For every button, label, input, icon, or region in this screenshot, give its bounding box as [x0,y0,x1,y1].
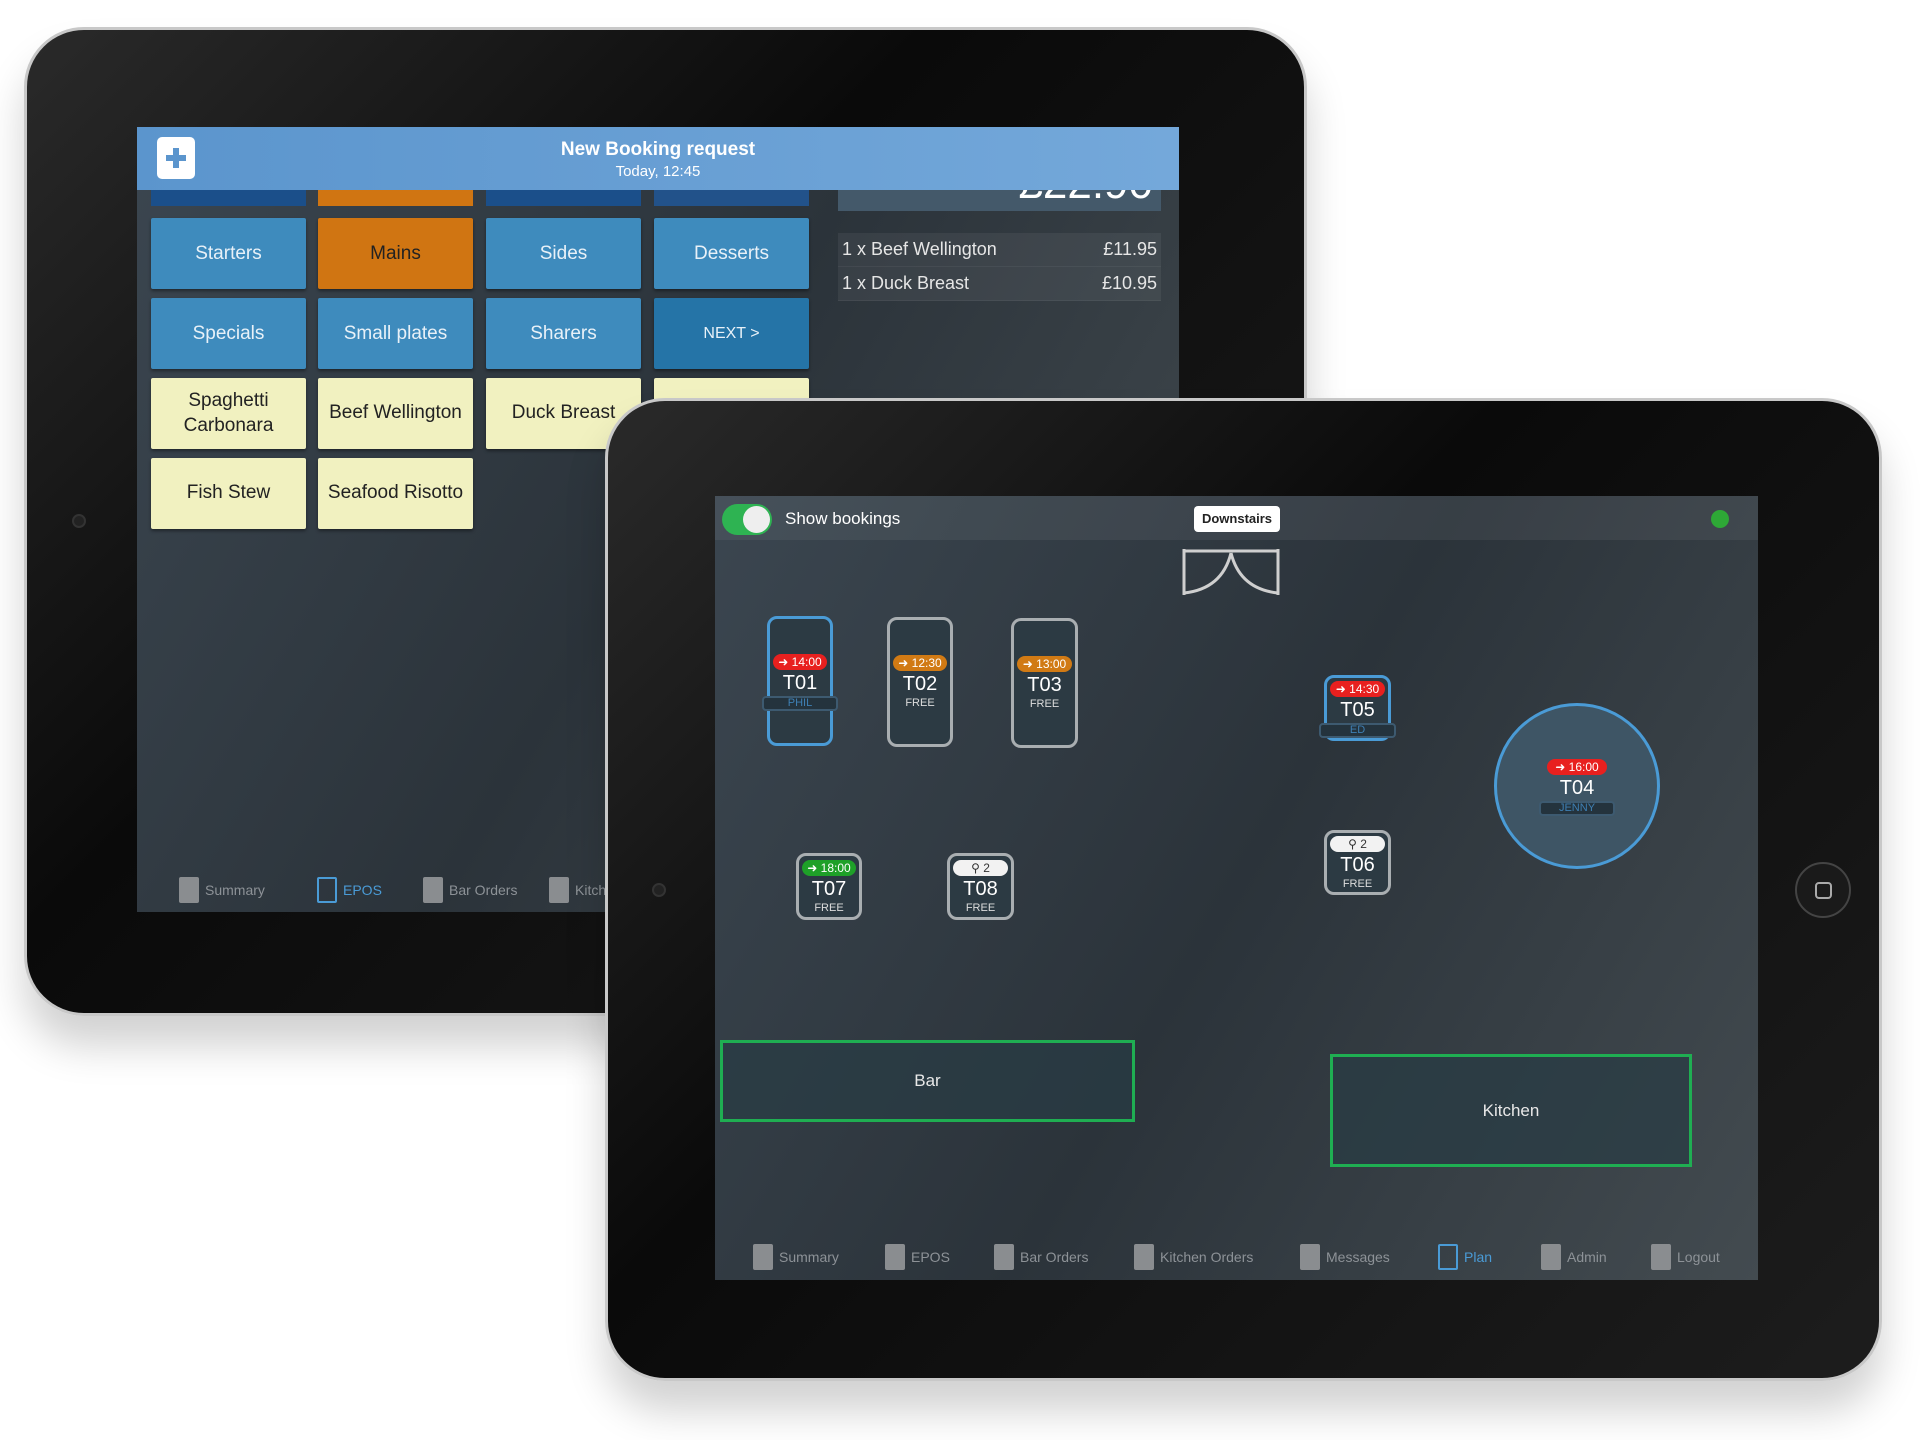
table-status: FREE [814,901,844,914]
zone-bar[interactable]: Bar [720,1040,1135,1122]
menu-item-button[interactable]: Seafood Risotto [318,458,473,529]
running-man-icon [1651,1244,1671,1270]
table-t04[interactable]: ➜ 16:00 T04 JENNY [1494,703,1660,869]
table-status: FREE [1342,877,1373,890]
envelope-icon [1300,1244,1320,1270]
booking-notification[interactable]: New Booking request Today, 12:45 [137,127,1179,190]
table-name: T04 [1559,777,1595,799]
nav-summary[interactable]: Summary [753,1244,839,1270]
category-button[interactable]: Sides [486,218,641,289]
zone-kitchen[interactable]: Kitchen [1330,1054,1692,1167]
status-dot [1711,510,1729,528]
nav-epos[interactable]: EPOS [885,1244,950,1270]
camera [72,514,86,528]
category-button[interactable]: Starters [151,218,306,289]
booking-time-badge: ➜ 14:30 [1330,681,1385,697]
notepad-icon [753,1244,773,1270]
category-button[interactable]: Desserts [654,218,809,289]
cutlery-icon [1134,1244,1154,1270]
plan-header: Show bookings Downstairs [715,496,1758,540]
menu-item-button[interactable]: Fish Stew [151,458,306,529]
beer-icon [423,877,443,903]
wrench-icon [1541,1244,1561,1270]
table-t07[interactable]: ➜ 18:00 T07 FREE [796,853,862,920]
show-bookings-toggle[interactable] [722,504,772,535]
category-button[interactable]: Mains [318,218,473,289]
nav-logout[interactable]: Logout [1651,1244,1720,1270]
cutlery-icon [549,877,569,903]
booking-time-badge: ➜ 16:00 [1547,759,1607,775]
calendar-plus-icon [157,137,195,179]
notification-subtitle: Today, 12:45 [615,163,701,180]
table-t02[interactable]: ➜ 12:30 T02 FREE [887,617,953,747]
table-name: T08 [963,877,998,900]
table-status: FREE [905,697,935,709]
table-t01[interactable]: ➜ 14:00 T01 PHIL [762,616,838,746]
table-status: FREE [1029,698,1060,710]
booking-time-badge: ⚲ 2 [953,859,1008,876]
order-row[interactable]: 1 x Beef Wellington £11.95 [838,233,1161,267]
plan-screen: Show bookings Downstairs ➜ 14:00 T01 PHIL ➜… [715,496,1758,1280]
nav-bar-orders[interactable]: Bar Orders [423,877,517,903]
table-name: T05 [1340,699,1375,721]
nav-kitchen[interactable]: Kitch [549,877,606,903]
nav-admin[interactable]: Admin [1541,1244,1607,1270]
floor-plan-icon [1438,1244,1458,1270]
camera [652,883,666,897]
booking-time-badge: ➜ 18:00 [802,859,856,876]
floor-selector[interactable]: Downstairs [1194,506,1280,532]
table-name: T06 [1340,853,1375,876]
door-icon [1182,549,1280,595]
calculator-icon [885,1244,905,1270]
menu-item-button[interactable]: Spaghetti Carbonara [151,378,306,449]
calculator-icon [317,877,337,903]
category-button[interactable]: Sharers [486,298,641,369]
booking-time-badge: ➜ 12:30 [893,655,947,671]
table-status: FREE [965,901,996,914]
table-name: T07 [811,877,847,900]
notification-title: New Booking request [560,139,756,160]
order-row[interactable]: 1 x Duck Breast £10.95 [838,267,1161,301]
table-t08[interactable]: ⚲ 2 T08 FREE [947,853,1014,920]
home-button[interactable] [1795,862,1851,918]
nav-plan[interactable]: Plan [1438,1244,1492,1270]
table-name: T01 [782,672,818,694]
booking-time-badge: ➜ 14:00 [773,654,827,670]
table-status: ED [1319,723,1396,738]
table-name: T02 [902,673,938,695]
booking-time-badge: ⚲ 2 [1330,835,1385,852]
nav-epos[interactable]: EPOS [317,877,382,903]
table-status: PHIL [762,696,838,711]
toggle-label: Show bookings [785,509,901,528]
menu-item-button[interactable]: Beef Wellington [318,378,473,449]
booking-time-badge: ➜ 13:00 [1017,656,1072,672]
table-status: JENNY [1539,801,1615,816]
category-button[interactable]: Specials [151,298,306,369]
table-t05[interactable]: ➜ 14:30 T05 ED [1319,675,1396,741]
nav-summary[interactable]: Summary [179,877,265,903]
category-button[interactable]: Small plates [318,298,473,369]
nav-kitchen-orders[interactable]: Kitchen Orders [1134,1244,1253,1270]
table-name: T03 [1027,674,1062,696]
notepad-icon [179,877,199,903]
nav-bar-orders[interactable]: Bar Orders [994,1244,1088,1270]
beer-icon [994,1244,1014,1270]
nav-messages[interactable]: Messages [1300,1244,1390,1270]
category-button[interactable]: NEXT > [654,298,809,369]
table-t03[interactable]: ➜ 13:00 T03 FREE [1011,618,1078,748]
table-t06[interactable]: ⚲ 2 T06 FREE [1324,830,1391,895]
